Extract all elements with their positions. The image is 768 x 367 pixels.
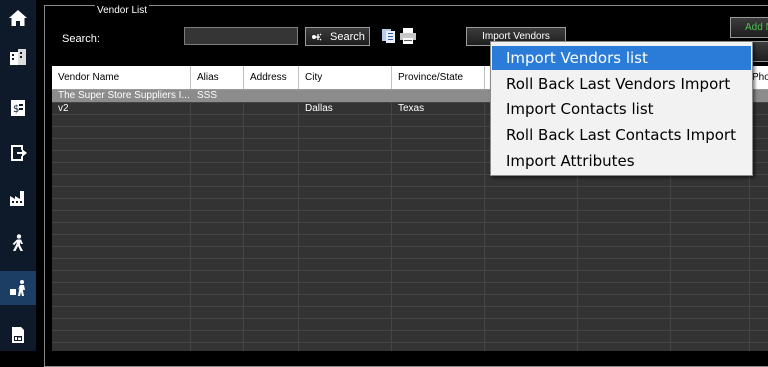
menu-item-import-contacts[interactable]: Import Contacts list (492, 97, 751, 121)
grid-row-line (52, 270, 768, 271)
grid-row-line (52, 246, 768, 247)
cell-alias: SSS (197, 90, 218, 101)
menu-item-import-vendors[interactable]: Import Vendors list (492, 46, 751, 70)
search-label: Search: (62, 33, 100, 45)
grid-row-line (52, 318, 768, 319)
column-header-city[interactable]: City (299, 66, 392, 89)
grid-row-line (52, 306, 768, 307)
exit-icon (11, 145, 27, 161)
grid-row-line (52, 294, 768, 295)
add-vendor-button[interactable]: Add N (730, 17, 768, 38)
grid-row-line (52, 258, 768, 259)
grid-row-line (52, 282, 768, 283)
cell-city: Dallas (305, 103, 333, 114)
secondary-toolbar-button[interactable] (752, 41, 768, 62)
print-icon[interactable] (399, 27, 417, 45)
grid-row-line (52, 198, 768, 199)
invoice-icon: $ (11, 100, 25, 116)
menu-item-rollback-contacts[interactable]: Roll Back Last Contacts Import (492, 123, 751, 147)
nav-factory-button[interactable] (0, 181, 36, 215)
cell-address (244, 90, 299, 102)
grid-row-line (52, 186, 768, 187)
cell-vendor-name: v2 (58, 103, 69, 114)
cell-address (244, 103, 299, 115)
nav-exit-button[interactable] (0, 136, 36, 170)
import-menu: Import Vendors list Roll Back Last Vendo… (490, 41, 753, 176)
grid-row-line (52, 342, 768, 343)
cell-vendor-name: The Super Store Suppliers I... (58, 90, 190, 101)
nav-home-button[interactable] (0, 1, 36, 35)
grid-row-line (52, 234, 768, 235)
nav-invoice-button[interactable]: $ (0, 91, 36, 125)
cell-province (392, 90, 485, 102)
nav-buildings-button[interactable] (0, 40, 36, 74)
factory-icon (10, 191, 24, 206)
column-header-vendor-name[interactable]: Vendor Name (52, 66, 191, 89)
report-icon (12, 327, 24, 343)
nav-vendors-button[interactable] (0, 271, 36, 305)
menu-item-rollback-vendors[interactable]: Roll Back Last Vendors Import (492, 72, 751, 96)
cell-alias (191, 103, 244, 115)
group-legend: Vendor List (95, 5, 150, 16)
grid-column-line (190, 90, 191, 351)
person-walk-icon (12, 234, 23, 251)
grid-row-line (52, 222, 768, 223)
grid-row-line (52, 210, 768, 211)
left-nav: $ (0, 0, 36, 351)
grid-column-line (391, 90, 392, 351)
column-header-alias[interactable]: Alias (191, 66, 244, 89)
vendor-icon (10, 280, 25, 296)
search-icon (312, 33, 322, 40)
grid-row-line (52, 330, 768, 331)
search-button-label: Search (330, 30, 365, 43)
building-icon (10, 49, 26, 65)
search-input[interactable] (184, 27, 298, 45)
cell-city (299, 90, 392, 102)
document-list-icon[interactable] (380, 27, 398, 45)
cell-province: Texas (398, 103, 425, 114)
home-icon (9, 10, 27, 26)
grid-column-line (298, 90, 299, 351)
nav-person-button[interactable] (0, 226, 36, 260)
menu-item-import-attributes[interactable]: Import Attributes (492, 149, 751, 173)
column-header-address[interactable]: Address (244, 66, 299, 89)
grid-column-line (243, 90, 244, 351)
search-button[interactable]: Search (305, 27, 370, 46)
column-header-province[interactable]: Province/State (392, 66, 485, 89)
grid-column-line (484, 90, 485, 351)
svg-text:$: $ (13, 104, 19, 115)
nav-report-button[interactable] (0, 318, 36, 352)
